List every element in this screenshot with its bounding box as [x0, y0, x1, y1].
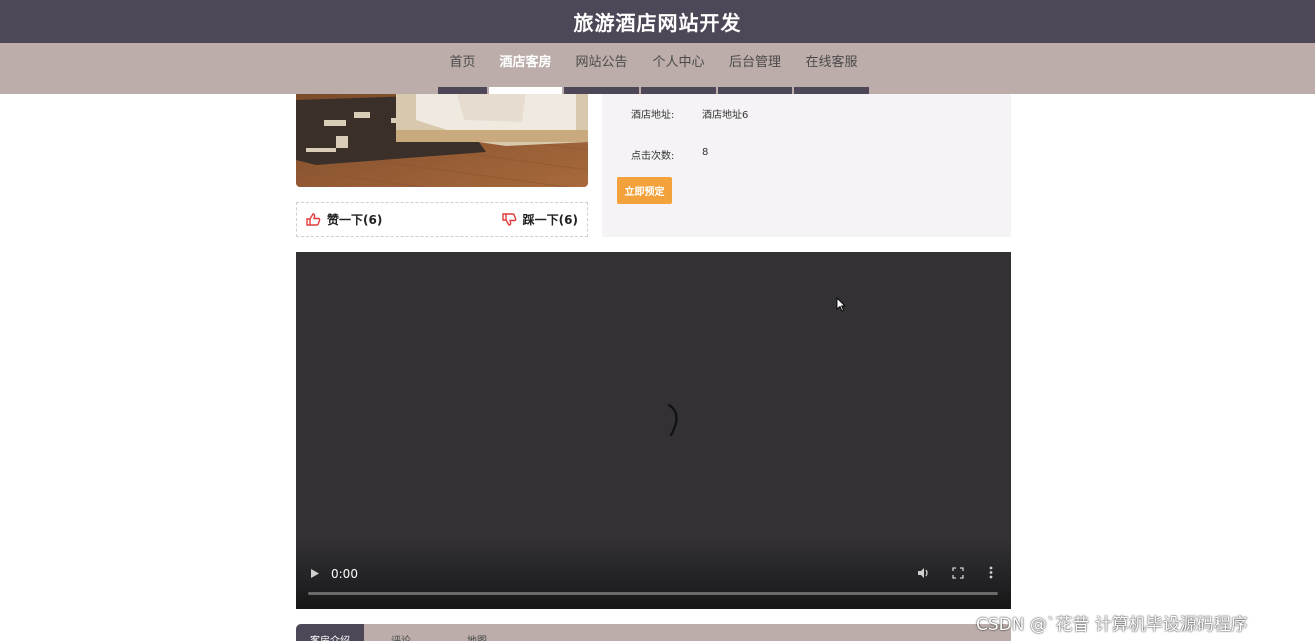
tab-room-intro[interactable]: 客房介绍: [296, 624, 364, 641]
main-nav: 首页 酒店客房 网站公告 个人中心 后台管理 在线客服: [0, 43, 1315, 94]
nav-tab-underline: [489, 87, 562, 94]
room-info-panel: 酒店地址: 酒店地址6 点击次数: 8 立即预定: [602, 90, 1011, 237]
video-player[interactable]: 0:00: [296, 252, 1011, 609]
info-row-clicks: 点击次数: 8: [631, 147, 708, 162]
play-icon[interactable]: [310, 568, 320, 582]
nav-tab-underline: [641, 87, 716, 94]
nav-item-hotel-rooms[interactable]: 酒店客房: [488, 43, 563, 94]
vote-bar: 赞一下(6) 踩一下(6): [296, 202, 588, 237]
info-key: 点击次数:: [631, 151, 675, 162]
site-title: 旅游酒店网站开发: [573, 11, 742, 35]
thumbs-up-icon: [306, 213, 321, 226]
like-label: 赞一下(6): [327, 213, 383, 227]
info-value: 酒店地址6: [702, 110, 749, 121]
video-controls-shade: [296, 539, 1011, 609]
dislike-button[interactable]: 踩一下(6): [501, 211, 578, 228]
nav-tab-underline: [564, 87, 639, 94]
mouse-cursor-icon: [836, 297, 846, 312]
info-value: 8: [702, 147, 709, 158]
tab-map[interactable]: 地图: [438, 624, 516, 641]
csdn-watermark: CSDN @ˋ花昔 计算机毕设源码程序: [976, 615, 1248, 635]
room-photo-illustration: [296, 90, 588, 187]
volume-icon[interactable]: [917, 567, 930, 582]
page: 旅游酒店网站开发 首页 酒店客房 网站公告 个人中心 后台管理 在线客服 赞一下…: [0, 0, 1315, 641]
site-header: 旅游酒店网站开发: [0, 0, 1315, 43]
nav-tab-underline: [794, 87, 869, 94]
info-row-address: 酒店地址: 酒店地址6: [631, 106, 748, 121]
video-time: 0:00: [331, 567, 358, 581]
nav-item-online-service[interactable]: 在线客服: [793, 43, 870, 94]
nav-tab-underline: [718, 87, 792, 94]
nav-item-personal-center[interactable]: 个人中心: [640, 43, 717, 94]
thumbs-down-icon: [501, 213, 517, 226]
fullscreen-icon[interactable]: [952, 567, 964, 582]
detail-tabs: 客房介绍 评论 地图: [296, 624, 1011, 641]
loading-spinner-icon: [667, 403, 678, 437]
room-image: [296, 90, 588, 187]
nav-item-announcements[interactable]: 网站公告: [563, 43, 640, 94]
video-progress-bar[interactable]: [308, 592, 998, 595]
nav-item-admin[interactable]: 后台管理: [717, 43, 793, 94]
tab-comments[interactable]: 评论: [364, 624, 438, 641]
more-options-icon[interactable]: [989, 566, 993, 582]
like-button[interactable]: 赞一下(6): [306, 211, 382, 228]
info-key: 酒店地址:: [631, 110, 675, 121]
nav-item-home[interactable]: 首页: [437, 43, 488, 94]
nav-tab-underline: [438, 87, 487, 94]
dislike-label: 踩一下(6): [522, 213, 578, 227]
book-now-button[interactable]: 立即预定: [617, 177, 672, 204]
